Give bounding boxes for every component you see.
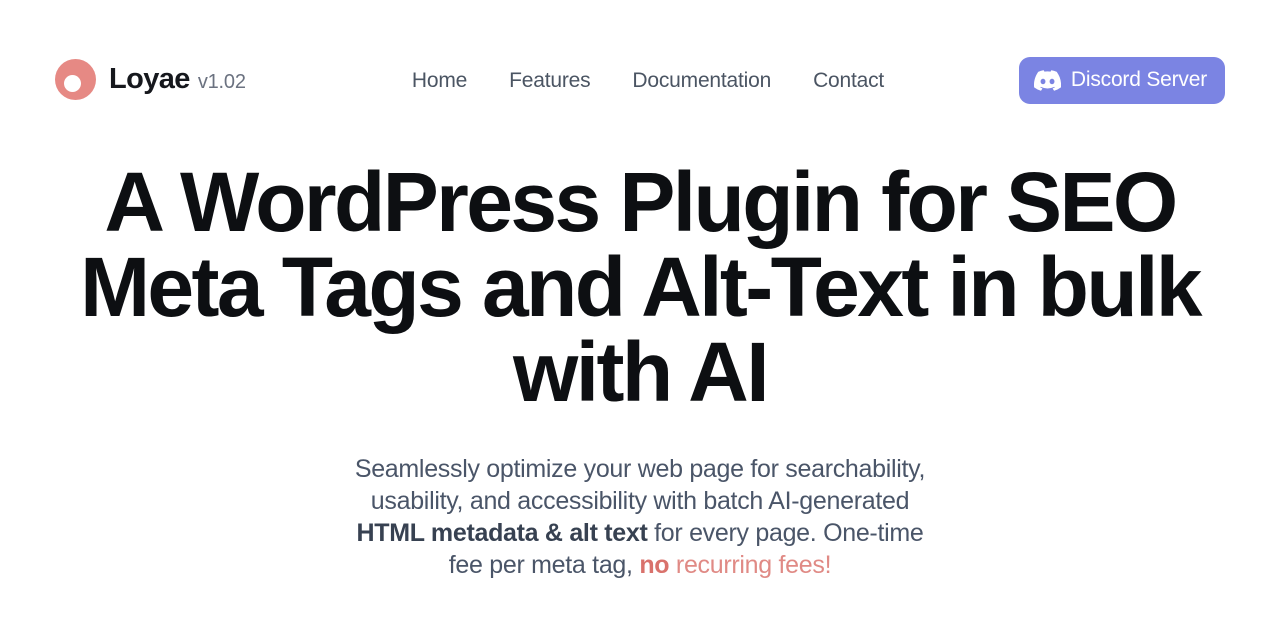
hero-section: A WordPress Plugin for SEO Meta Tags and… [0,160,1280,581]
hero-subtitle: Seamlessly optimize your web page for se… [340,453,940,581]
brand-version: v1.02 [197,70,246,93]
nav-item-home[interactable]: Home [412,70,467,91]
hero-subtitle-part-1: Seamlessly optimize your web page for se… [354,455,926,515]
nav-item-features[interactable]: Features [509,70,590,91]
nav-item-contact[interactable]: Contact [813,70,884,91]
hero-subtitle-accent-no: no [639,551,670,579]
hero-subtitle-accent-recurring-fees: recurring fees! [669,551,832,579]
brand-name: Loyae [109,62,190,95]
nav-item-documentation[interactable]: Documentation [632,70,771,91]
hero-title-line-3: with AI [513,325,770,419]
header-actions: Discord Server [1018,56,1225,104]
discord-server-button[interactable]: Discord Server [1018,56,1225,104]
discord-icon [1033,67,1061,94]
nav-items: Home Features Documentation Contact [412,70,884,91]
site-header: Loyae v1.02 Home Features Documentation … [0,0,1280,160]
hero-subtitle-highlight-html-metadata: HTML metadata & alt text [356,519,648,547]
brand-logo-link[interactable]: Loyae v1.02 [55,58,246,100]
hero-title-line-2: Meta Tags and Alt-Text in bulk [80,240,1202,334]
hero-page: Loyae v1.02 Home Features Documentation … [0,0,1280,633]
hero-title: A WordPress Plugin for SEO Meta Tags and… [80,155,1202,419]
brand-text: Loyae v1.02 [109,62,246,95]
discord-server-button-label: Discord Server [1070,68,1207,91]
coral-donut-logo-icon [55,58,96,100]
hero-title-line-1: A WordPress Plugin for SEO [104,155,1178,249]
